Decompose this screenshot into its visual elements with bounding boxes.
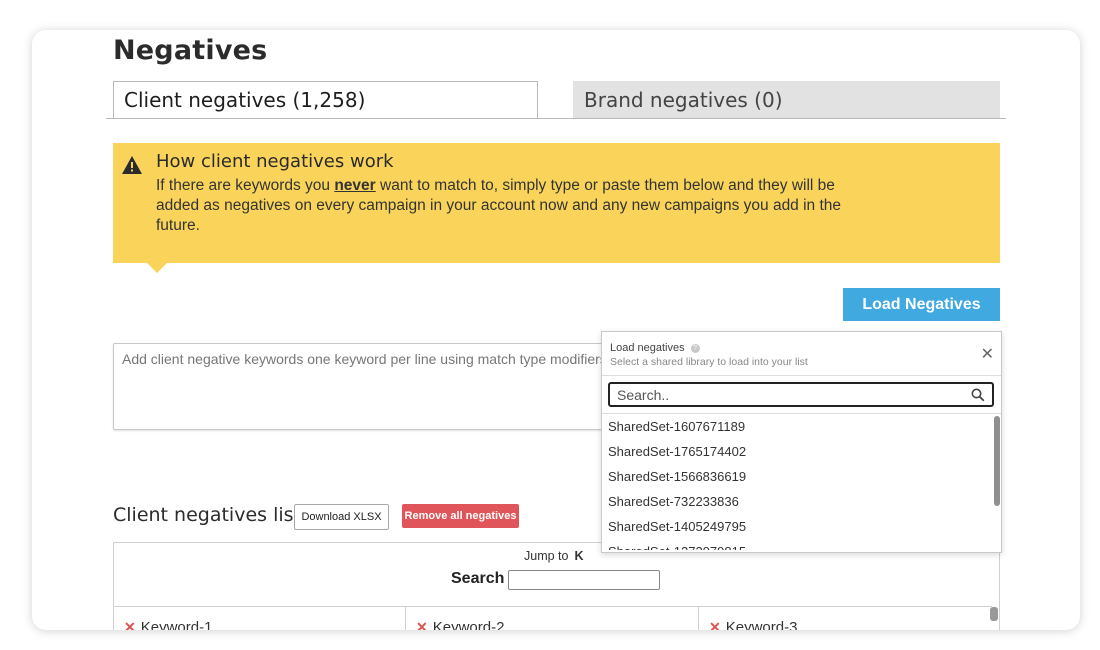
load-negatives-dropdown: Load negatives? Select a shared library … <box>601 331 1002 553</box>
tab-divider <box>106 118 1006 119</box>
shared-set-item[interactable]: SharedSet-1405249795 <box>602 514 992 539</box>
search-icon <box>971 388 985 401</box>
shared-set-item[interactable]: SharedSet-1607671189 <box>602 414 992 439</box>
info-callout: How client negatives work If there are k… <box>113 143 1000 273</box>
dropdown-title: Load negatives? <box>610 342 808 354</box>
remove-all-negatives-button[interactable]: Remove all negatives <box>402 504 519 528</box>
remove-x-icon[interactable]: ✕ <box>709 619 721 630</box>
info-title: How client negatives work <box>156 151 394 172</box>
dropdown-subtitle: Select a shared library to load into you… <box>610 356 808 368</box>
load-negatives-button[interactable]: Load Negatives <box>843 288 1000 321</box>
shared-set-item[interactable]: SharedSet-1272079815 <box>602 539 992 550</box>
tab-client-negatives[interactable]: Client negatives (1,258) <box>113 81 538 119</box>
dropdown-header: Load negatives? Select a shared library … <box>610 342 808 368</box>
dropdown-scrollbar[interactable] <box>994 416 1000 506</box>
list-title: Client negatives list <box>113 504 301 526</box>
keyword-cell: ✕ Keyword-3 <box>709 619 797 630</box>
negatives-card: Negatives Client negatives (1,258) Brand… <box>32 30 1080 630</box>
tab-brand-negatives[interactable]: Brand negatives (0) <box>573 81 1000 119</box>
jump-to: Jump to K <box>524 549 584 563</box>
table-divider <box>113 606 992 607</box>
page-title: Negatives <box>113 35 268 66</box>
info-body: If there are keywords you never want to … <box>156 177 842 234</box>
shared-set-item[interactable]: SharedSet-1566836619 <box>602 464 992 489</box>
keyword-cell: ✕ Keyword-1 <box>124 619 212 630</box>
dropdown-divider <box>602 375 1001 376</box>
keyword-cell: ✕ Keyword-2 <box>416 619 504 630</box>
remove-x-icon[interactable]: ✕ <box>124 619 136 630</box>
close-icon[interactable]: ✕ <box>981 344 994 364</box>
info-emphasis: never <box>334 177 376 194</box>
download-xlsx-button[interactable]: Download XLSX <box>294 504 389 530</box>
column-divider <box>698 606 699 630</box>
search-label: Search <box>451 570 505 587</box>
table-scrollbar[interactable] <box>990 607 998 621</box>
remove-x-icon[interactable]: ✕ <box>416 619 428 630</box>
search-placeholder: Search.. <box>617 386 670 403</box>
jump-letter[interactable]: K <box>574 549 583 563</box>
column-divider <box>405 606 406 630</box>
warning-icon <box>122 156 142 174</box>
dropdown-search-input[interactable]: Search.. <box>608 382 994 407</box>
keywords-textarea[interactable]: Add client negative keywords one keyword… <box>113 343 603 430</box>
list-search-input[interactable] <box>508 570 660 590</box>
shared-set-list: SharedSet-1607671189 SharedSet-176517440… <box>602 414 992 550</box>
shared-set-item[interactable]: SharedSet-732233836 <box>602 489 992 514</box>
help-icon[interactable]: ? <box>690 343 700 353</box>
shared-set-item[interactable]: SharedSet-1765174402 <box>602 439 992 464</box>
